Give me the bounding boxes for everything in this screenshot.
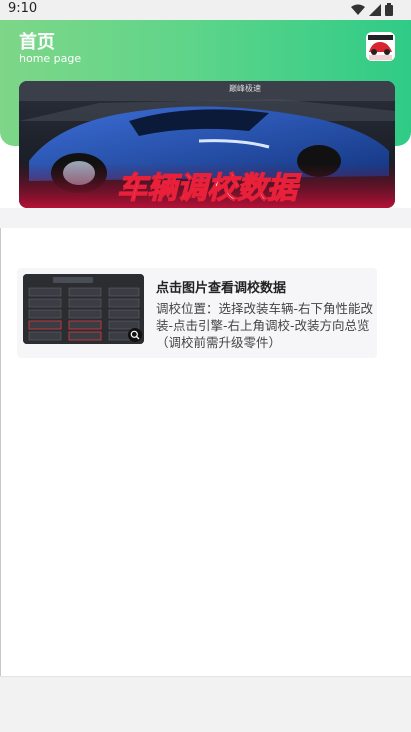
page-title: 首页: [19, 32, 55, 53]
bottom-bar: [0, 676, 411, 732]
svg-text:巅峰极速: 巅峰极速: [229, 83, 261, 93]
banner-caption: 车辆调校数据: [117, 171, 302, 206]
status-bar: 9:10: [0, 0, 411, 20]
page-subtitle: home page: [19, 52, 82, 65]
card-title: 点击图片查看调校数据: [156, 281, 287, 296]
status-time: 9:10: [8, 1, 38, 16]
status-icons: [351, 3, 393, 16]
wifi-icon: [351, 4, 365, 15]
zoom-icon[interactable]: [128, 328, 142, 342]
card-description: 调校位置：选择改装车辆-右下角性能改装-点击引擎-右上角调校-改装方向总览（调校…: [156, 301, 374, 350]
tuning-info-card[interactable]: 点击图片查看调校数据 调校位置：选择改装车辆-右下角性能改装-点击引擎-右上角调…: [17, 268, 377, 358]
section-divider: [0, 208, 411, 228]
banner-image[interactable]: 巅峰极速 车辆调校数据: [19, 81, 395, 208]
content-edge-line: [0, 228, 1, 676]
tuning-screenshot-thumbnail[interactable]: [23, 274, 144, 344]
signal-icon: [369, 3, 381, 16]
app-logo-icon[interactable]: [366, 32, 395, 61]
battery-icon: [385, 3, 393, 16]
